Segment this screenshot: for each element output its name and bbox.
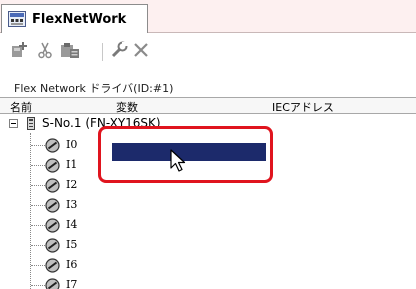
io-terminal-icon xyxy=(45,238,60,253)
tree-item-label: I3 xyxy=(66,198,78,211)
column-iec-header[interactable]: IECアドレス xyxy=(272,99,334,115)
flexnetwork-tab-icon xyxy=(8,11,26,27)
tree-connector xyxy=(31,145,45,146)
io-terminal-icon xyxy=(45,198,60,213)
tree-item[interactable]: I3 xyxy=(0,195,416,215)
tree-connector xyxy=(31,265,45,266)
tree-connector xyxy=(31,185,45,186)
tab-flexnetwork[interactable]: FlexNetWork xyxy=(1,4,148,33)
paste-button[interactable] xyxy=(60,41,80,61)
tree-item-label: I1 xyxy=(66,158,78,171)
tree-connector xyxy=(31,205,45,206)
io-terminal-icon xyxy=(45,258,60,273)
column-header: 名前 変数 IECアドレス xyxy=(0,97,416,114)
io-terminal-icon xyxy=(45,218,60,233)
io-terminal-icon xyxy=(45,178,60,193)
delete-icon xyxy=(133,42,149,61)
tree-connector xyxy=(31,285,45,286)
paste-icon xyxy=(60,41,80,62)
column-name-header[interactable]: 名前 xyxy=(10,99,32,115)
tab-title: FlexNetWork xyxy=(32,11,127,27)
settings-button[interactable] xyxy=(110,41,130,61)
io-terminal-icon xyxy=(45,158,60,173)
tree-item-label: I7 xyxy=(66,278,78,289)
tree-item[interactable]: I5 xyxy=(0,235,416,255)
tree-item[interactable]: I6 xyxy=(0,255,416,275)
tree-connector xyxy=(31,165,45,166)
add-node-icon xyxy=(11,41,29,62)
io-terminal-icon xyxy=(45,278,60,289)
column-variable-header[interactable]: 変数 xyxy=(116,99,138,115)
mouse-cursor-icon xyxy=(170,149,188,175)
tree-item[interactable]: I7 xyxy=(0,275,416,289)
tree-item-label: I0 xyxy=(66,138,78,151)
delete-button[interactable] xyxy=(131,41,151,61)
device-node-icon xyxy=(27,117,35,130)
tab-bar: FlexNetWork xyxy=(0,0,416,33)
cut-icon xyxy=(36,41,54,62)
tree-item[interactable]: I4 xyxy=(0,215,416,235)
tree-item-label: I4 xyxy=(66,218,78,231)
tree-item-label: I6 xyxy=(66,258,78,271)
tree-connector xyxy=(31,245,45,246)
toolbar-separator xyxy=(102,43,103,61)
driver-title: Flex Network ドライバ(ID:#1) xyxy=(14,82,174,95)
tree-item-label: I5 xyxy=(66,238,78,251)
add-node-button[interactable] xyxy=(10,41,30,61)
cut-button[interactable] xyxy=(35,41,55,61)
tree-item-label: I2 xyxy=(66,178,78,191)
io-terminal-icon xyxy=(45,138,60,153)
settings-icon xyxy=(110,41,130,62)
collapse-icon[interactable] xyxy=(9,119,18,128)
tree-connector xyxy=(31,225,45,226)
toolbar xyxy=(0,34,416,68)
